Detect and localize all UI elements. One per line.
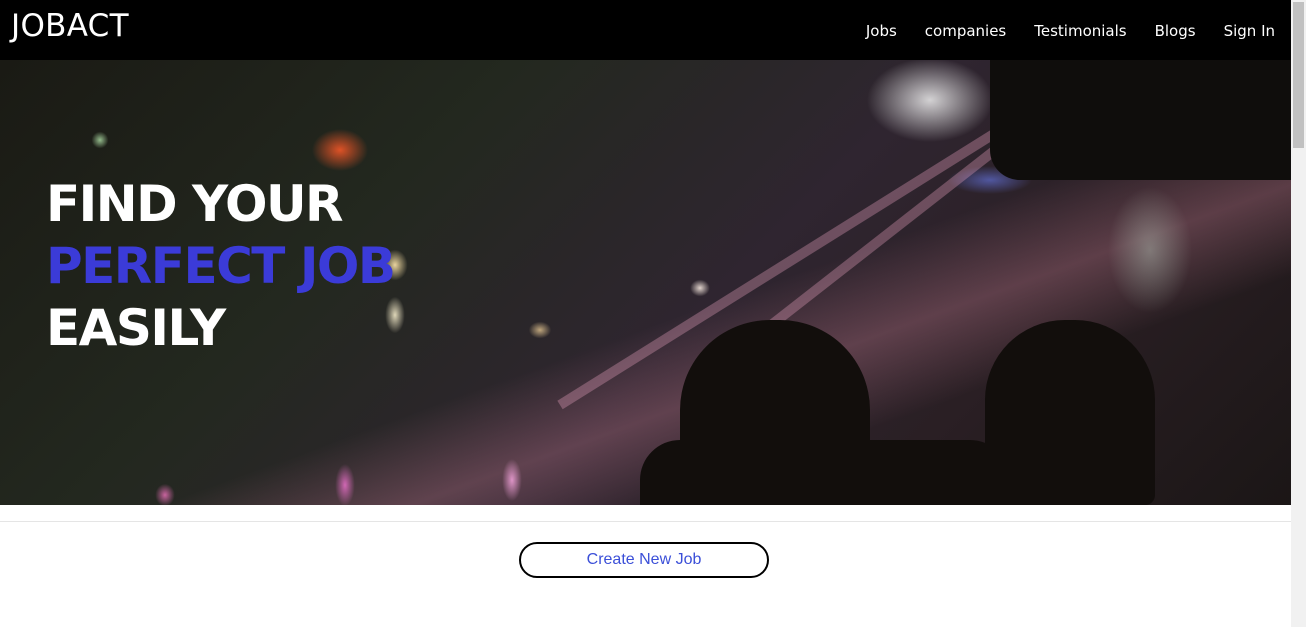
top-navbar: JOBACT Jobs companies Testimonials Blogs… bbox=[0, 0, 1291, 60]
hero-headline-line2: PERFECT JOB bbox=[46, 237, 396, 295]
hero-headline: FIND YOUR PERFECT JOB EASILY bbox=[46, 173, 396, 359]
hero-person-silhouette bbox=[640, 440, 1010, 505]
nav-link-testimonials[interactable]: Testimonials bbox=[1034, 22, 1126, 40]
hero-headline-line1: FIND YOUR bbox=[46, 175, 344, 233]
brand-logo[interactable]: JOBACT bbox=[11, 8, 129, 44]
section-divider bbox=[0, 521, 1291, 522]
hero-banner: FIND YOUR PERFECT JOB EASILY bbox=[0, 60, 1291, 505]
nav-link-sign-in[interactable]: Sign In bbox=[1224, 22, 1275, 40]
scrollbar-thumb[interactable] bbox=[1293, 2, 1304, 148]
nav-links: Jobs companies Testimonials Blogs Sign I… bbox=[838, 22, 1275, 40]
page-scrollbar[interactable] bbox=[1291, 0, 1306, 627]
hero-canopy-silhouette bbox=[990, 60, 1291, 180]
hero-person-silhouette bbox=[985, 320, 1155, 505]
nav-link-companies[interactable]: companies bbox=[925, 22, 1006, 40]
create-new-job-button[interactable]: Create New Job bbox=[519, 542, 769, 578]
nav-link-jobs[interactable]: Jobs bbox=[866, 22, 897, 40]
nav-link-blogs[interactable]: Blogs bbox=[1155, 22, 1196, 40]
hero-headline-line3: EASILY bbox=[46, 299, 226, 357]
